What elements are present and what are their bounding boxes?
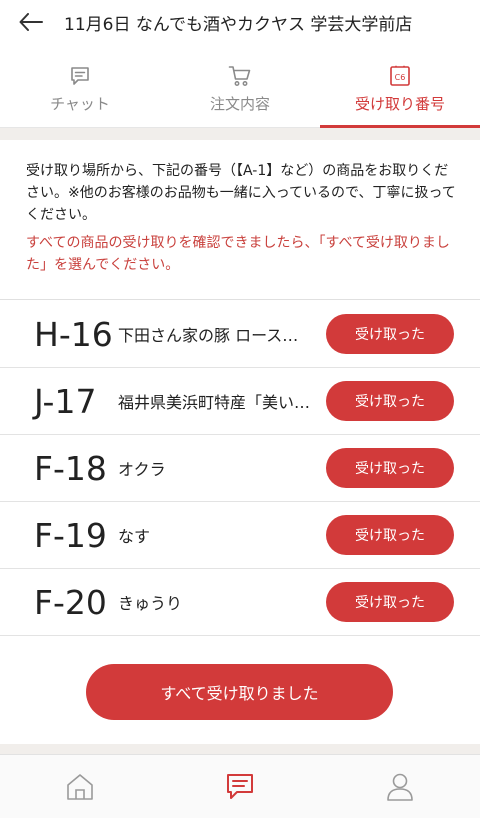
tab-pickup-number[interactable]: C6 受け取り番号: [320, 50, 480, 128]
tab-order-details[interactable]: 注文内容: [160, 50, 320, 127]
received-button[interactable]: 受け取った: [326, 582, 454, 622]
list-item: J-17 福井県美浜町特産「美い… 受け取った: [0, 368, 480, 435]
pickup-code: F-18: [34, 448, 107, 488]
received-button[interactable]: 受け取った: [326, 381, 454, 421]
section-divider: [0, 744, 480, 754]
pickup-list: H-16 下田さん家の豚 ロース… 受け取った J-17 福井県美浜町特産「美い…: [0, 301, 480, 636]
section-divider: [0, 128, 480, 140]
pickup-code: H-16: [34, 314, 113, 354]
tab-bar: チャット 注文内容 C6 受け取り番号: [0, 50, 480, 128]
product-name: きゅうり: [118, 594, 183, 613]
ticket-icon-text: C6: [395, 73, 406, 82]
notice-highlight: すべての商品の受け取りを確認できましたら、「すべて受け取りました」を選んでくださ…: [26, 235, 450, 273]
page-title: 11月6日 なんでも酒やカクヤス 学芸大学前店: [64, 14, 413, 35]
product-name: 下田さん家の豚 ロース…: [118, 326, 299, 345]
notice-text: 受け取り場所から、下記の番号（【A-1】など）の商品をお取りください。※他のお客…: [26, 163, 456, 223]
list-item: H-16 下田さん家の豚 ロース… 受け取った: [0, 301, 480, 368]
list-item: F-19 なす 受け取った: [0, 502, 480, 569]
tab-label: 注文内容: [209, 95, 270, 113]
chat-icon: [69, 63, 91, 89]
all-received-button[interactable]: すべて受け取りました: [86, 664, 393, 720]
product-name: 福井県美浜町特産「美い…: [118, 393, 311, 412]
pickup-code: F-19: [34, 515, 107, 555]
arrow-left-icon: [19, 13, 43, 31]
nav-home[interactable]: [0, 755, 160, 818]
pickup-code: J-17: [34, 381, 97, 421]
back-button[interactable]: [16, 7, 46, 37]
received-button[interactable]: 受け取った: [326, 515, 454, 555]
chat-icon: [227, 773, 253, 799]
header-bar: 11月6日 なんでも酒やカクヤス 学芸大学前店: [0, 0, 480, 44]
product-name: オクラ: [118, 460, 166, 479]
ticket-c6-icon: C6: [389, 63, 411, 89]
list-item: F-18 オクラ 受け取った: [0, 435, 480, 502]
received-button[interactable]: 受け取った: [326, 448, 454, 488]
tab-label: 受け取り番号: [354, 95, 445, 113]
tab-label: チャット: [50, 95, 110, 113]
pickup-code: F-20: [34, 582, 107, 622]
pickup-notice: 受け取り場所から、下記の番号（【A-1】など）の商品をお取りください。※他のお客…: [0, 140, 480, 300]
nav-chat[interactable]: [160, 755, 320, 818]
person-icon: [387, 773, 413, 801]
received-button[interactable]: 受け取った: [326, 314, 454, 354]
cart-icon: [228, 63, 252, 89]
tab-chat[interactable]: チャット: [0, 50, 160, 127]
bottom-nav: [0, 754, 480, 818]
product-name: なす: [118, 527, 151, 546]
home-icon: [67, 773, 93, 800]
list-item: F-20 きゅうり 受け取った: [0, 569, 480, 636]
nav-account[interactable]: [320, 755, 480, 818]
